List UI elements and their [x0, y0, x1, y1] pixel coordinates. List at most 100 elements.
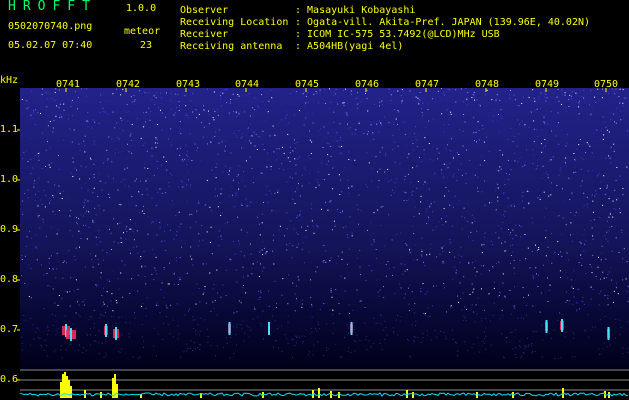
noise-pixel [495, 99, 497, 101]
noise-pixel [353, 329, 355, 331]
noise-pixel [258, 276, 260, 277]
noise-pixel [140, 180, 141, 182]
noise-pixel [163, 267, 165, 269]
noise-pixel [550, 337, 552, 339]
noise-pixel [375, 249, 377, 250]
noise-pixel [612, 216, 614, 218]
noise-pixel [69, 229, 71, 231]
noise-pixel [119, 339, 121, 341]
noise-pixel [418, 103, 420, 105]
noise-pixel [532, 275, 534, 277]
noise-pixel [318, 102, 319, 104]
noise-pixel [318, 184, 320, 186]
noise-pixel [461, 309, 463, 311]
noise-pixel [399, 162, 401, 164]
noise-pixel [496, 98, 498, 100]
noise-pixel [164, 192, 166, 194]
noise-pixel [240, 203, 242, 205]
noise-pixel [37, 216, 39, 218]
noise-pixel [290, 220, 292, 222]
noise-pixel [341, 357, 342, 359]
noise-pixel [571, 240, 573, 242]
noise-pixel [458, 199, 460, 201]
noise-pixel [248, 140, 250, 142]
noise-pixel [571, 192, 573, 194]
noise-pixel [95, 255, 97, 257]
noise-pixel [530, 111, 532, 113]
noise-pixel [177, 338, 179, 340]
noise-pixel [98, 263, 100, 265]
noise-pixel [74, 259, 76, 261]
noise-pixel [36, 259, 38, 261]
noise-pixel [426, 208, 428, 210]
noise-pixel [516, 145, 518, 147]
noise-pixel [491, 99, 493, 101]
noise-pixel [89, 178, 91, 180]
noise-pixel [573, 337, 575, 339]
noise-pixel [442, 250, 444, 252]
noise-pixel [442, 224, 444, 225]
noise-pixel [604, 294, 606, 296]
noise-pixel [243, 276, 244, 278]
noise-pixel [286, 114, 288, 116]
noise-pixel [526, 304, 528, 306]
noise-pixel [213, 283, 215, 285]
noise-pixel [246, 205, 248, 207]
noise-pixel [429, 158, 431, 160]
noise-pixel [406, 157, 408, 159]
noise-pixel [538, 98, 540, 100]
noise-pixel [195, 330, 197, 332]
noise-pixel [535, 168, 537, 170]
noise-pixel [463, 207, 465, 209]
noise-pixel [50, 226, 52, 228]
noise-pixel [607, 273, 609, 275]
noise-pixel [492, 266, 494, 268]
noise-pixel [92, 221, 94, 223]
noise-pixel [568, 177, 570, 179]
noise-pixel [229, 167, 231, 169]
noise-pixel [65, 349, 67, 351]
noise-pixel [344, 167, 346, 169]
noise-pixel [428, 216, 430, 218]
noise-pixel [170, 304, 172, 306]
noise-pixel [354, 350, 356, 352]
noise-pixel [49, 121, 51, 123]
noise-pixel [407, 340, 409, 342]
noise-pixel [325, 261, 327, 263]
noise-pixel [276, 159, 278, 161]
noise-pixel [120, 204, 122, 206]
noise-pixel [87, 112, 89, 114]
noise-pixel [141, 265, 143, 267]
noise-pixel [136, 246, 137, 248]
noise-pixel [72, 157, 74, 159]
noise-pixel [548, 289, 550, 291]
noise-pixel [83, 140, 85, 142]
noise-pixel [180, 356, 182, 358]
noise-pixel [286, 212, 288, 214]
noise-pixel [143, 213, 145, 215]
noise-pixel [347, 236, 349, 238]
noise-pixel [523, 207, 525, 209]
noise-pixel [578, 308, 580, 310]
noise-pixel [458, 169, 460, 171]
noise-pixel [235, 195, 237, 197]
noise-pixel [281, 351, 283, 353]
noise-pixel [173, 273, 175, 275]
noise-pixel [338, 303, 340, 304]
noise-pixel [605, 126, 607, 128]
noise-pixel [350, 159, 352, 161]
noise-pixel [311, 331, 313, 333]
noise-pixel [512, 238, 513, 240]
noise-pixel [592, 211, 594, 213]
noise-pixel [619, 110, 621, 112]
noise-pixel [197, 147, 199, 149]
noise-pixel [122, 242, 124, 244]
meteor-echo-core [115, 327, 117, 340]
noise-pixel [496, 182, 498, 184]
noise-pixel [35, 234, 37, 236]
noise-pixel [292, 104, 294, 106]
noise-pixel [303, 167, 305, 169]
noise-pixel [545, 171, 547, 173]
noise-pixel [88, 211, 90, 213]
noise-pixel [545, 100, 547, 102]
